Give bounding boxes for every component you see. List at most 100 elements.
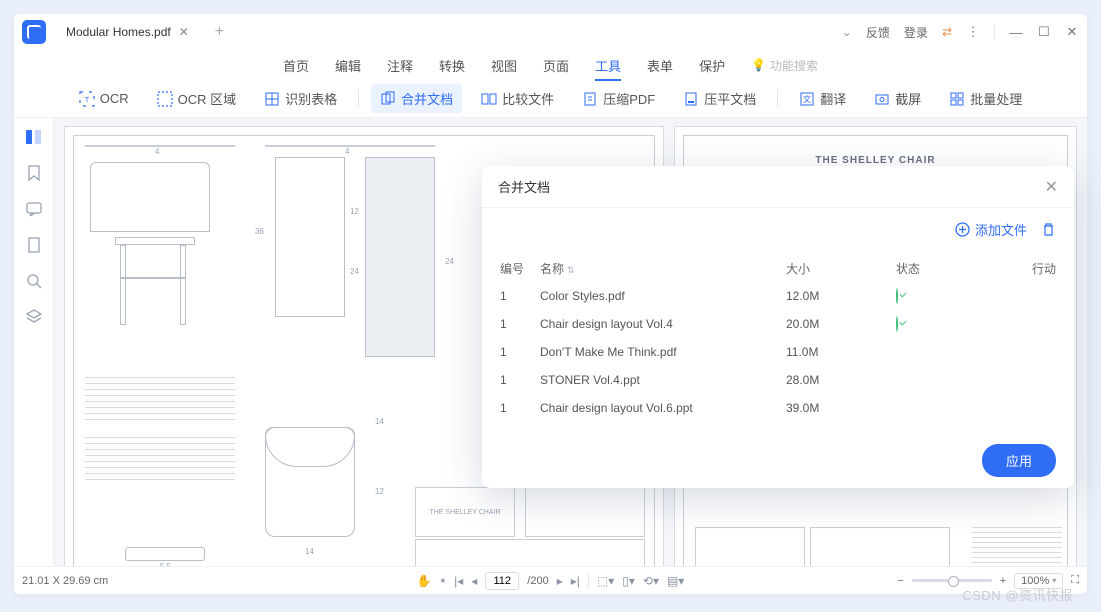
menu-form[interactable]: 表单 <box>647 56 673 75</box>
minimize-button[interactable]: — <box>1009 25 1023 40</box>
sidebar <box>14 118 54 566</box>
transfer-icon[interactable]: ⇄ <box>942 25 952 39</box>
table-icon <box>264 91 280 107</box>
compress-icon <box>582 91 598 107</box>
ocr-icon: T <box>79 91 95 107</box>
screenshot-icon <box>874 91 890 107</box>
next-page-icon[interactable]: ▸ <box>557 574 563 588</box>
add-file-button[interactable]: 添加文件 <box>955 220 1027 239</box>
zoom-out-icon[interactable]: − <box>897 575 903 587</box>
tool-detect-table[interactable]: 识别表格 <box>255 84 346 113</box>
col-status: 状态 <box>896 260 1006 277</box>
sidebar-bookmark-icon[interactable] <box>25 164 43 182</box>
page-dimensions: 21.01 X 29.69 cm <box>22 575 108 587</box>
tab-close-icon[interactable]: ✕ <box>179 25 189 39</box>
cell-size: 28.0M <box>786 373 896 387</box>
view-mode-icon[interactable]: ▤▾ <box>667 574 684 588</box>
page-number-input[interactable] <box>485 572 519 590</box>
col-action: 行动 <box>1006 260 1056 277</box>
table-row[interactable]: 1Color Styles.pdf12.0M <box>500 282 1056 310</box>
sidebar-attachment-icon[interactable] <box>25 236 43 254</box>
dialog-actions: 添加文件 <box>482 208 1074 250</box>
menu-convert[interactable]: 转换 <box>439 56 465 75</box>
chevron-down-icon[interactable]: ⌄ <box>842 25 852 39</box>
new-tab-button[interactable]: + <box>215 23 224 41</box>
menu-home[interactable]: 首页 <box>283 56 309 75</box>
fit-page-icon[interactable]: ▯▾ <box>622 574 635 588</box>
cell-index: 1 <box>500 345 540 359</box>
select-tool-icon[interactable]: ⭑ <box>440 573 446 588</box>
table-row[interactable]: 1Chair design layout Vol.6.ppt39.0M <box>500 394 1056 422</box>
toolbar-separator <box>777 90 778 108</box>
cell-name: Don'T Make Me Think.pdf <box>540 345 786 359</box>
apply-button[interactable]: 应用 <box>982 444 1056 477</box>
tool-translate[interactable]: 文翻译 <box>790 84 855 113</box>
login-link[interactable]: 登录 <box>904 24 928 41</box>
total-pages: /200 <box>527 575 548 587</box>
tool-compare[interactable]: 比较文件 <box>472 84 563 113</box>
tool-flatten[interactable]: 压平文档 <box>674 84 765 113</box>
maximize-button[interactable]: ☐ <box>1037 24 1051 40</box>
menu-protect[interactable]: 保护 <box>699 56 725 75</box>
menubar: 首页 编辑 注释 转换 视图 页面 工具 表单 保护 💡 功能搜索 <box>14 50 1087 80</box>
zoom-slider[interactable] <box>912 579 992 582</box>
cell-size: 11.0M <box>786 345 896 359</box>
sidebar-comment-icon[interactable] <box>25 200 43 218</box>
toolbar: TOCR OCR 区域 识别表格 合并文档 比较文件 压缩PDF 压平文档 文翻… <box>14 80 1087 118</box>
feedback-link[interactable]: 反馈 <box>866 24 890 41</box>
app-logo-icon <box>22 20 46 44</box>
first-page-icon[interactable]: |◂ <box>454 574 463 588</box>
cell-index: 1 <box>500 401 540 415</box>
menu-tools[interactable]: 工具 <box>595 56 621 75</box>
table-row[interactable]: 1STONER Vol.4.ppt28.0M <box>500 366 1056 394</box>
dialog-header: 合并文档 ✕ <box>482 166 1074 208</box>
menu-view[interactable]: 视图 <box>491 56 517 75</box>
prev-page-icon[interactable]: ◂ <box>471 574 477 588</box>
cell-status <box>896 317 1006 331</box>
ocr-area-icon <box>157 91 173 107</box>
status-ok-icon <box>896 288 898 304</box>
file-table: 编号 名称⇅ 大小 状态 行动 1Color Styles.pdf12.0M1C… <box>482 250 1074 432</box>
more-icon[interactable]: ⋮ <box>966 24 980 40</box>
dialog-close-icon[interactable]: ✕ <box>1045 177 1058 197</box>
last-page-icon[interactable]: ▸| <box>571 574 580 588</box>
cell-name: Color Styles.pdf <box>540 289 786 303</box>
col-name[interactable]: 名称⇅ <box>540 260 786 277</box>
menu-edit[interactable]: 编辑 <box>335 56 361 75</box>
delete-button[interactable] <box>1041 222 1056 237</box>
translate-icon: 文 <box>799 91 815 107</box>
trash-icon <box>1041 222 1056 237</box>
lightbulb-icon: 💡 <box>751 58 766 72</box>
sidebar-layers-icon[interactable] <box>25 308 43 326</box>
merge-icon <box>380 91 396 107</box>
plus-circle-icon <box>955 222 970 237</box>
window-close-button[interactable]: ✕ <box>1065 24 1079 40</box>
col-index: 编号 <box>500 260 540 277</box>
toolbar-separator <box>358 90 359 108</box>
tool-ocr[interactable]: TOCR <box>70 86 138 112</box>
rotate-icon[interactable]: ⟲▾ <box>643 574 659 588</box>
tab-title: Modular Homes.pdf <box>66 25 171 39</box>
cell-name: STONER Vol.4.ppt <box>540 373 786 387</box>
menu-page[interactable]: 页面 <box>543 56 569 75</box>
svg-text:T: T <box>85 97 90 104</box>
table-row[interactable]: 1Don'T Make Me Think.pdf11.0M <box>500 338 1056 366</box>
tool-merge[interactable]: 合并文档 <box>371 84 462 113</box>
sidebar-thumbnail-icon[interactable] <box>25 128 43 146</box>
cell-size: 39.0M <box>786 401 896 415</box>
tool-batch[interactable]: 批量处理 <box>940 84 1031 113</box>
tool-ocr-area[interactable]: OCR 区域 <box>148 84 246 113</box>
table-row[interactable]: 1Chair design layout Vol.420.0M <box>500 310 1056 338</box>
dialog-title: 合并文档 <box>498 177 550 196</box>
document-tab[interactable]: Modular Homes.pdf ✕ <box>56 19 199 45</box>
tool-screenshot[interactable]: 截屏 <box>865 84 930 113</box>
cell-size: 20.0M <box>786 317 896 331</box>
hand-tool-icon[interactable]: ✋ <box>417 574 432 588</box>
sidebar-search-icon[interactable] <box>25 272 43 290</box>
divider <box>994 25 995 39</box>
fit-width-icon[interactable]: ⬚▾ <box>597 574 614 588</box>
flatten-icon <box>683 91 699 107</box>
menu-comment[interactable]: 注释 <box>387 56 413 75</box>
feature-search[interactable]: 💡 功能搜索 <box>751 57 818 74</box>
tool-compress[interactable]: 压缩PDF <box>573 84 664 113</box>
